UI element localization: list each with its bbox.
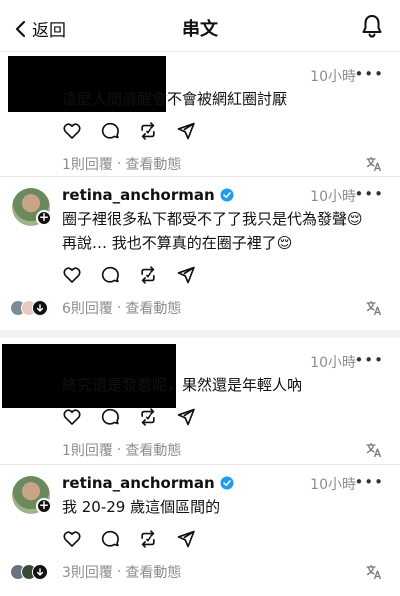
- translate-icon[interactable]: [366, 564, 382, 580]
- heart-icon[interactable]: [62, 121, 82, 141]
- follow-plus-icon[interactable]: +: [36, 498, 52, 514]
- top-bar: 返回 串文: [0, 0, 400, 52]
- arrow-down-icon: [36, 304, 44, 312]
- post-time: 10小時: [310, 69, 356, 85]
- reply-count[interactable]: 6則回覆: [62, 298, 113, 318]
- separator: ·: [116, 156, 122, 172]
- more-options-button[interactable]: •••: [354, 351, 384, 369]
- more-options-button[interactable]: •••: [354, 65, 384, 83]
- separator: ·: [116, 300, 122, 316]
- repost-icon[interactable]: [138, 121, 158, 141]
- post-actions: [62, 529, 196, 549]
- post-actions: [62, 407, 196, 427]
- replier-avatars: [10, 564, 48, 580]
- repost-icon[interactable]: [138, 265, 158, 285]
- post-text-line-1: 圈子裡很多私下都受不了了我只是代為發聲😌: [62, 210, 363, 228]
- share-icon[interactable]: [176, 529, 196, 549]
- heart-icon[interactable]: [62, 265, 82, 285]
- reply-divider: [0, 464, 400, 465]
- arrow-down-icon: [36, 568, 44, 576]
- username[interactable]: retina_anchorman: [62, 186, 234, 204]
- view-activity-link[interactable]: 查看動態: [125, 562, 181, 582]
- post-text-line-2: 再說… 我也不算真的在圈子裡了😌: [62, 234, 293, 252]
- thread-separator: [0, 330, 400, 338]
- reply-count[interactable]: 1則回覆: [62, 440, 113, 460]
- comment-icon[interactable]: [100, 265, 120, 285]
- verified-badge-icon: [220, 188, 234, 202]
- more-options-button[interactable]: •••: [354, 185, 384, 203]
- reply-count[interactable]: 1則回覆: [62, 154, 113, 174]
- mini-avatar: [32, 300, 48, 316]
- share-icon[interactable]: [176, 265, 196, 285]
- heart-icon[interactable]: [62, 529, 82, 549]
- post-text: 這麼人間清醒會不會被網紅圈討厭: [62, 90, 288, 108]
- username[interactable]: retina_anchorman: [62, 474, 234, 492]
- heart-icon[interactable]: [62, 407, 82, 427]
- post-actions: [62, 265, 196, 285]
- header-divider: [0, 51, 400, 52]
- comment-icon[interactable]: [100, 407, 120, 427]
- repost-icon[interactable]: [138, 529, 158, 549]
- view-activity-link[interactable]: 查看動態: [125, 154, 181, 174]
- repost-icon[interactable]: [138, 407, 158, 427]
- post-time: 10小時: [310, 477, 356, 493]
- reply-meta: 6則回覆 · 查看動態: [62, 298, 181, 318]
- replier-avatars: [10, 300, 48, 316]
- post-text: 終究還是發惹呢，果然還是年輕人吶: [62, 376, 303, 394]
- reply-meta: 3則回覆 · 查看動態: [62, 562, 181, 582]
- post-actions: [62, 121, 196, 141]
- verified-badge-icon: [220, 476, 234, 490]
- post-text: 我 20-29 歲這個區間的: [62, 498, 221, 516]
- reply-meta: 1則回覆 · 查看動態: [62, 154, 181, 174]
- separator: ·: [116, 442, 122, 458]
- mini-avatar: [32, 564, 48, 580]
- more-options-button[interactable]: •••: [354, 473, 384, 491]
- reply-meta: 1則回覆 · 查看動態: [62, 440, 181, 460]
- translate-icon[interactable]: [366, 300, 382, 316]
- view-activity-link[interactable]: 查看動態: [125, 298, 181, 318]
- reply-count[interactable]: 3則回覆: [62, 562, 113, 582]
- translate-icon[interactable]: [366, 156, 382, 172]
- comment-icon[interactable]: [100, 121, 120, 141]
- reply-divider: [0, 176, 400, 177]
- translate-icon[interactable]: [366, 442, 382, 458]
- view-activity-link[interactable]: 查看動態: [125, 440, 181, 460]
- bell-icon[interactable]: [360, 13, 384, 39]
- separator: ·: [116, 564, 122, 580]
- page-title: 串文: [182, 19, 218, 40]
- post-time: 10小時: [310, 355, 356, 371]
- follow-plus-icon[interactable]: +: [36, 210, 52, 226]
- comment-icon[interactable]: [100, 529, 120, 549]
- post-time: 10小時: [310, 189, 356, 205]
- share-icon[interactable]: [176, 407, 196, 427]
- share-icon[interactable]: [176, 121, 196, 141]
